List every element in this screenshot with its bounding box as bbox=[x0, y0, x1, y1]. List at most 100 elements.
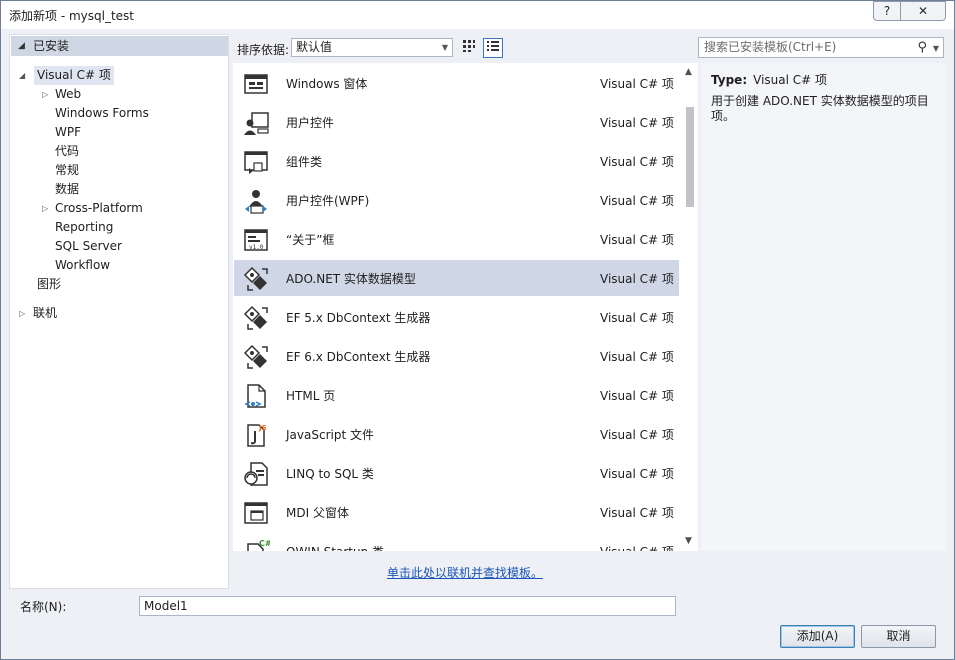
chevron-down-icon: ▼ bbox=[441, 43, 448, 52]
scroll-down-arrow-icon[interactable]: ▼ bbox=[685, 536, 692, 546]
template-row[interactable]: 用户控件(WPF) Visual C# 项 bbox=[234, 182, 679, 218]
add-button[interactable]: 添加(A) bbox=[780, 625, 855, 648]
template-type: Visual C# 项 bbox=[600, 272, 674, 286]
tree-node-wpf[interactable]: WPF bbox=[55, 123, 81, 142]
bottom-panel: 名称(N): 添加(A) 取消 bbox=[9, 591, 948, 653]
csharp-class-icon: C# bbox=[247, 539, 270, 551]
collapsed-arrow-icon[interactable]: ▷ bbox=[19, 304, 25, 323]
template-type: Visual C# 项 bbox=[600, 194, 674, 208]
template-row[interactable]: EF 6.x DbContext 生成器 Visual C# 项 bbox=[234, 338, 679, 374]
scroll-up-arrow-icon[interactable]: ▲ bbox=[685, 67, 692, 77]
list-view-icon bbox=[487, 41, 499, 51]
component-class-icon bbox=[244, 151, 268, 174]
template-name: OWIN Startup 类 bbox=[286, 543, 384, 551]
svg-text:JS: JS bbox=[258, 424, 267, 432]
mdi-form-icon bbox=[244, 502, 268, 524]
template-row[interactable]: Windows 窗体 Visual C# 项 bbox=[234, 65, 679, 101]
tree-node--[interactable]: 数据 bbox=[55, 180, 79, 199]
template-name: LINQ to SQL 类 bbox=[286, 467, 374, 481]
form-icon bbox=[244, 74, 268, 94]
description-text: 用于创建 ADO.NET 实体数据模型的项目项。 bbox=[711, 94, 929, 123]
template-row[interactable]: HTML 页 Visual C# 项 bbox=[234, 377, 679, 413]
svg-text:v1.0: v1.0 bbox=[249, 244, 264, 251]
template-row[interactable]: 组件类 Visual C# 项 bbox=[234, 143, 679, 179]
template-row[interactable]: LINQ to SQL 类 Visual C# 项 bbox=[234, 455, 679, 491]
cancel-button[interactable]: 取消 bbox=[861, 625, 936, 648]
template-type: Visual C# 项 bbox=[600, 467, 674, 481]
entity-model-icon bbox=[243, 266, 268, 291]
search-options-chevron-icon[interactable]: ▼ bbox=[933, 39, 939, 58]
tree-node-reporting[interactable]: Reporting bbox=[55, 218, 113, 237]
template-type: Visual C# 项 bbox=[600, 350, 674, 364]
type-value: Visual C# 项 bbox=[753, 73, 828, 87]
template-name: 用户控件 bbox=[286, 116, 335, 130]
tree-node--[interactable]: 代码 bbox=[55, 142, 79, 161]
tree-node-web[interactable]: Web bbox=[55, 85, 81, 104]
template-tree: ◢ 已安装 ◢ Visual C# 项 ▷ Web Windows Forms WPF… bbox=[9, 34, 229, 589]
svg-text:C#: C# bbox=[259, 539, 270, 548]
javascript-file-icon: JS bbox=[247, 424, 267, 447]
close-button[interactable]: ✕ bbox=[900, 1, 946, 21]
tree-node-sql-server[interactable]: SQL Server bbox=[55, 237, 122, 256]
sort-value: 默认值 bbox=[296, 40, 333, 54]
template-row[interactable]: 用户控件 Visual C# 项 bbox=[234, 104, 679, 140]
type-label: Type: bbox=[711, 73, 748, 87]
window-title: 添加新项 - mysql_test bbox=[9, 9, 134, 23]
template-row[interactable]: MDI 父窗体 Visual C# 项 bbox=[234, 494, 679, 530]
tree-node-visual-csharp[interactable]: Visual C# 项 bbox=[34, 66, 114, 85]
template-row[interactable]: v1.0 “关于”框 Visual C# 项 bbox=[234, 221, 679, 257]
template-name: Windows 窗体 bbox=[286, 77, 368, 91]
entity-model-icon bbox=[243, 305, 268, 330]
template-name: “关于”框 bbox=[286, 233, 335, 247]
medium-icons-view-button[interactable] bbox=[459, 38, 479, 58]
template-name: EF 6.x DbContext 生成器 bbox=[286, 350, 431, 364]
template-type: Visual C# 项 bbox=[600, 311, 674, 325]
user-control-icon bbox=[244, 112, 269, 135]
name-input[interactable] bbox=[139, 596, 676, 616]
template-name: ADO.NET 实体数据模型 bbox=[286, 272, 416, 286]
tree-node-cross-platform[interactable]: Cross-Platform bbox=[55, 199, 143, 218]
collapsed-arrow-icon[interactable]: ▷ bbox=[42, 85, 48, 104]
template-type: Visual C# 项 bbox=[600, 233, 674, 247]
list-toolbar: 排序依据: 默认值 ▼ bbox=[233, 34, 693, 60]
grid-view-icon bbox=[463, 40, 475, 52]
template-name: HTML 页 bbox=[286, 389, 336, 403]
sort-dropdown[interactable]: 默认值 ▼ bbox=[291, 38, 453, 57]
sort-label: 排序依据: bbox=[237, 43, 290, 57]
scrollbar-thumb[interactable] bbox=[686, 107, 694, 207]
template-list: Windows 窗体 Visual C# 项用户控件 Visual C# 项组件类 V… bbox=[233, 63, 698, 551]
expanded-arrow-icon[interactable]: ◢ bbox=[19, 66, 25, 85]
template-row[interactable]: EF 5.x DbContext 生成器 Visual C# 项 bbox=[234, 299, 679, 335]
template-name: 组件类 bbox=[286, 155, 323, 169]
template-row[interactable]: JS JavaScript 文件 Visual C# 项 bbox=[234, 416, 679, 452]
tree-node-online[interactable]: 联机 bbox=[33, 304, 57, 323]
template-name: EF 5.x DbContext 生成器 bbox=[286, 311, 431, 325]
wpf-user-control-icon bbox=[245, 190, 267, 214]
tree-node-workflow[interactable]: Workflow bbox=[55, 256, 110, 275]
help-button[interactable]: ? bbox=[873, 1, 901, 21]
collapsed-arrow-icon[interactable]: ▷ bbox=[42, 199, 48, 218]
entity-model-icon bbox=[243, 344, 268, 369]
template-type: Visual C# 项 bbox=[600, 155, 674, 169]
template-name: 用户控件(WPF) bbox=[286, 194, 370, 208]
name-label: 名称(N): bbox=[20, 600, 67, 614]
search-placeholder: 搜索已安装模板(Ctrl+E) bbox=[704, 40, 837, 54]
tree-node--[interactable]: 常规 bbox=[55, 161, 79, 180]
vertical-scrollbar[interactable]: ▲ ▼ bbox=[682, 63, 698, 551]
find-templates-online-link[interactable]: 单击此处以联机并查找模板。 bbox=[387, 564, 543, 581]
installed-category-header[interactable]: ◢ 已安装 bbox=[11, 36, 228, 56]
search-icon[interactable]: ⚲ bbox=[917, 38, 927, 57]
description-type: Type: Visual C# 项 bbox=[711, 71, 827, 88]
installed-category-label: 已安装 bbox=[33, 39, 70, 53]
title-bar: 添加新项 - mysql_test ? ✕ bbox=[1, 1, 954, 29]
template-name: JavaScript 文件 bbox=[286, 428, 374, 442]
tree-node-windows-forms[interactable]: Windows Forms bbox=[55, 104, 149, 123]
list-view-button[interactable] bbox=[483, 38, 503, 58]
template-row[interactable]: ADO.NET 实体数据模型 Visual C# 项 bbox=[234, 260, 679, 296]
add-new-item-dialog: 添加新项 - mysql_test ? ✕ ◢ 已安装 ◢ Visual C# … bbox=[0, 0, 955, 660]
search-templates-input[interactable]: 搜索已安装模板(Ctrl+E) ⚲ ▼ bbox=[698, 37, 944, 58]
template-description-panel: Type: Visual C# 项 用于创建 ADO.NET 实体数据模型的项目项… bbox=[701, 63, 946, 551]
tree-node-graphics[interactable]: 图形 bbox=[37, 275, 61, 294]
template-row[interactable]: C# OWIN Startup 类 Visual C# 项 bbox=[234, 533, 679, 551]
template-type: Visual C# 项 bbox=[600, 428, 674, 442]
